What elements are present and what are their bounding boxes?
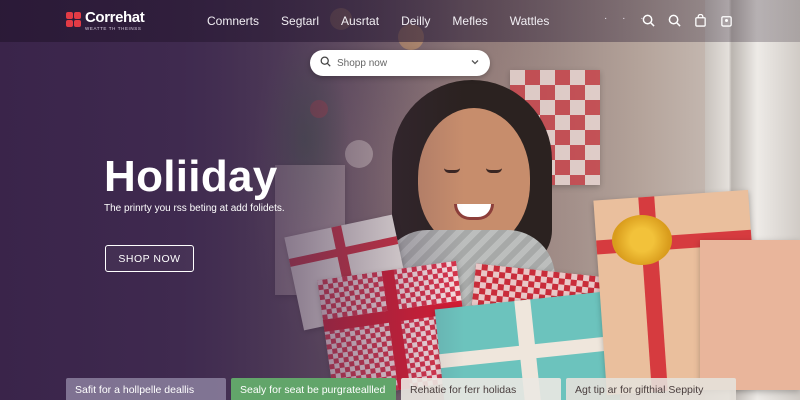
nav-item-wattles[interactable]: Wattles	[510, 14, 550, 28]
chevron-down-icon[interactable]	[470, 54, 480, 72]
promo-card[interactable]: Agt tip ar for gifthial Seppity	[566, 378, 736, 400]
nav-item-segtarl[interactable]: Segtarl	[281, 14, 319, 28]
brand-logo[interactable]: Correhat WEATTE TH THEINSS	[66, 9, 145, 31]
promo-card[interactable]: Sealy for seat be purgrateallled	[231, 378, 396, 400]
nav-item-deilly[interactable]: Deilly	[401, 14, 430, 28]
search-icon	[320, 54, 331, 72]
top-navigation-bar: Correhat WEATTE TH THEINSS Comnerts Segt…	[0, 0, 800, 42]
bag-icon[interactable]	[692, 12, 708, 28]
page: Correhat WEATTE TH THEINSS Comnerts Segt…	[0, 0, 800, 400]
hero-subtitle: The prinrty you rss beting at add folide…	[104, 203, 285, 214]
promo-strip: Safit for a hollpelle deallis Sealy for …	[66, 378, 736, 400]
promo-card[interactable]: Rehatie for ferr holidas	[401, 378, 561, 400]
hero-title: Holiiday	[104, 152, 278, 201]
shop-now-button[interactable]: SHOP NOW	[105, 245, 194, 272]
logo-mark-icon	[66, 12, 82, 28]
brand-tagline: WEATTE TH THEINSS	[85, 26, 142, 31]
nav-item-comnerts[interactable]: Comnerts	[207, 14, 259, 28]
zoom-icon[interactable]	[666, 12, 682, 28]
search-icon[interactable]	[640, 12, 656, 28]
search-bar[interactable]	[310, 50, 490, 76]
nav-item-mefles[interactable]: Mefles	[452, 14, 487, 28]
promo-card[interactable]: Safit for a hollpelle deallis	[66, 378, 226, 400]
nav-icons	[640, 12, 734, 28]
cart-icon[interactable]	[718, 12, 734, 28]
nav-item-ausrtat[interactable]: Ausrtat	[341, 14, 379, 28]
brand-name: Correhat	[85, 9, 145, 26]
main-menu: Comnerts Segtarl Ausrtat Deilly Mefles W…	[207, 14, 549, 28]
search-input[interactable]	[337, 57, 470, 69]
